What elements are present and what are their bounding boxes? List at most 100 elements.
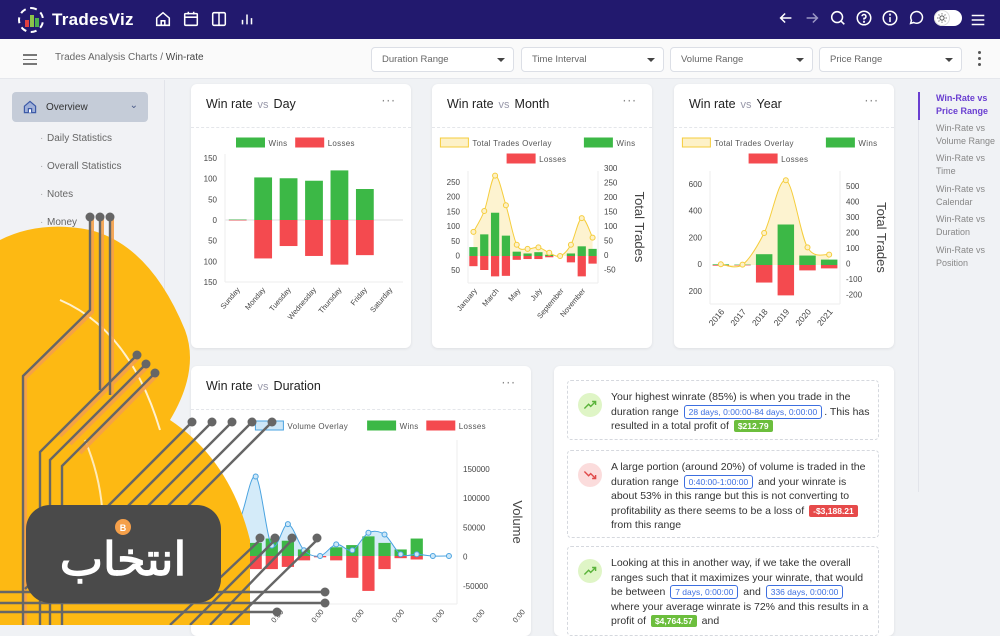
loss-badge: -$3,188.21 (809, 505, 858, 517)
card-more-button[interactable]: ··· (502, 376, 516, 390)
legend-label: Wins (858, 139, 877, 148)
sidebar-subitem-daily-statistics[interactable]: Daily Statistics (47, 132, 112, 146)
overlay-point (430, 554, 435, 559)
overlay-point (221, 523, 226, 528)
time-interval-select[interactable]: Time Interval (521, 47, 664, 72)
theme-toggle[interactable] (934, 10, 962, 26)
toc-item-price-range[interactable]: Win-Rate vs Price Range (936, 92, 1000, 118)
bar-losses (356, 220, 374, 255)
help-icon[interactable] (854, 8, 874, 28)
bar-losses (362, 556, 374, 591)
sidebar-subitem-overall-statistics[interactable]: Overall Statistics (47, 160, 121, 174)
y2-tick: -50000 (463, 582, 488, 591)
legend-swatch (826, 138, 854, 147)
bar-losses (298, 556, 310, 560)
chevron-right-icon[interactable]: › (129, 325, 133, 338)
range-tag[interactable]: 28 days, 0:00:00-84 days, 0:00:00 (684, 405, 823, 419)
x-tick: 2017 (728, 307, 748, 328)
x-tick: May (506, 286, 522, 303)
calendar-icon[interactable] (181, 9, 201, 29)
card-more-button[interactable]: ··· (623, 94, 637, 108)
trend-down-icon (578, 463, 602, 487)
overlay-point (503, 203, 508, 208)
bar-wins (356, 189, 374, 220)
chat-icon[interactable] (906, 8, 926, 28)
y2-tick: 50 (604, 237, 613, 246)
overlay-point (805, 245, 810, 250)
sidebar-toggle-icon[interactable] (23, 54, 37, 68)
menu-icon[interactable] (968, 10, 988, 30)
bar-wins (280, 178, 298, 220)
card-more-button[interactable]: ··· (382, 94, 396, 108)
duration-range-select[interactable]: Duration Range (371, 47, 514, 72)
overlay-point (350, 548, 355, 553)
search-icon[interactable] (828, 8, 848, 28)
breadcrumb-parent[interactable]: Trades Analysis Charts (55, 52, 157, 63)
logo-icon (18, 7, 44, 33)
more-options-icon[interactable] (978, 51, 982, 69)
overlay-point (253, 474, 258, 479)
sidebar-item-overview[interactable]: Overview ⌄ (12, 92, 148, 122)
bar-losses (250, 556, 262, 569)
overlay-point (285, 522, 290, 527)
y-tick: 200 (689, 233, 703, 242)
sidebar-item-partial[interactable]: s (115, 392, 120, 403)
y2-tick: 150000 (463, 465, 490, 474)
bar-wins (233, 530, 245, 556)
bar-losses (778, 265, 794, 295)
range-tag[interactable]: 7 days, 0:00:00 (670, 585, 738, 599)
back-arrow-icon[interactable] (776, 8, 796, 28)
chevron-down-icon[interactable]: ⌄ (129, 396, 137, 407)
chevron-right-icon[interactable]: › (129, 292, 133, 305)
breadcrumb: Trades Analysis Charts / Win-rate (55, 52, 204, 63)
y2-tick: 500 (846, 182, 860, 191)
toc-item-duration[interactable]: Win-Rate vs Duration (936, 213, 996, 239)
overlay-point (269, 543, 274, 548)
x-tick: 2018 (750, 307, 770, 328)
chart-winrate-month: Total Trades OverlayWinsLosses2502001501… (432, 128, 652, 348)
x-tick: 2016 (707, 307, 727, 328)
profit-badge: $4,764.57 (651, 615, 697, 627)
bar-chart-icon[interactable] (237, 9, 257, 29)
bar-losses (254, 220, 272, 258)
range-tag[interactable]: 336 days, 0:00:00 (766, 585, 844, 599)
card-winrate-vs-duration: Win ratevsDuration ··· 10015000010000050… (191, 366, 531, 636)
toc-item-calendar[interactable]: Win-Rate vs Calendar (936, 183, 996, 209)
info-icon[interactable] (880, 8, 900, 28)
home-icon[interactable] (153, 9, 173, 29)
x-tick: Thursday (317, 285, 344, 315)
volume-range-select[interactable]: Volume Range (670, 47, 813, 72)
x-tick: 0:00 (430, 608, 446, 625)
legend-swatch (255, 421, 283, 430)
bar-losses (480, 256, 488, 270)
toc-item-position[interactable]: Win-Rate vs Position (936, 244, 996, 270)
columns-icon[interactable] (209, 9, 229, 29)
sidebar-subitem-notes[interactable]: Notes (47, 188, 73, 202)
app-logo[interactable]: TradesViz (18, 7, 134, 33)
overlay-point (579, 216, 584, 221)
bar-losses (513, 256, 521, 260)
overlay-point (493, 173, 498, 178)
toc-item-time[interactable]: Win-Rate vs Time (936, 152, 996, 178)
chevron-right-icon[interactable]: › (129, 360, 133, 373)
range-tag[interactable]: 0:40:00-1:00:00 (684, 475, 754, 489)
forward-arrow-icon[interactable] (802, 8, 822, 28)
bar-wins (567, 253, 575, 256)
sidebar: Overview ⌄ Daily Statistics Overall Stat… (0, 80, 165, 625)
legend-swatch (427, 421, 455, 430)
bar-wins (331, 170, 349, 220)
toc-item-volume-range[interactable]: Win-Rate vs Volume Range (936, 122, 1000, 148)
sidebar-item-console[interactable]: Console (88, 258, 128, 269)
x-tick: 0:00 (470, 608, 486, 625)
sidebar-subitem-money-transactions[interactable]: Money transactions (47, 216, 97, 244)
legend-label: Wins (616, 139, 635, 148)
chevron-right-icon[interactable]: › (129, 258, 133, 271)
price-range-select[interactable]: Price Range (819, 47, 962, 72)
bar-wins (523, 253, 531, 256)
y-tick: 150 (447, 207, 461, 216)
card-more-button[interactable]: ··· (865, 94, 879, 108)
bar-wins (534, 252, 542, 256)
x-tick: March (480, 287, 500, 309)
legend-swatch (440, 138, 468, 147)
bar-losses (491, 256, 499, 276)
